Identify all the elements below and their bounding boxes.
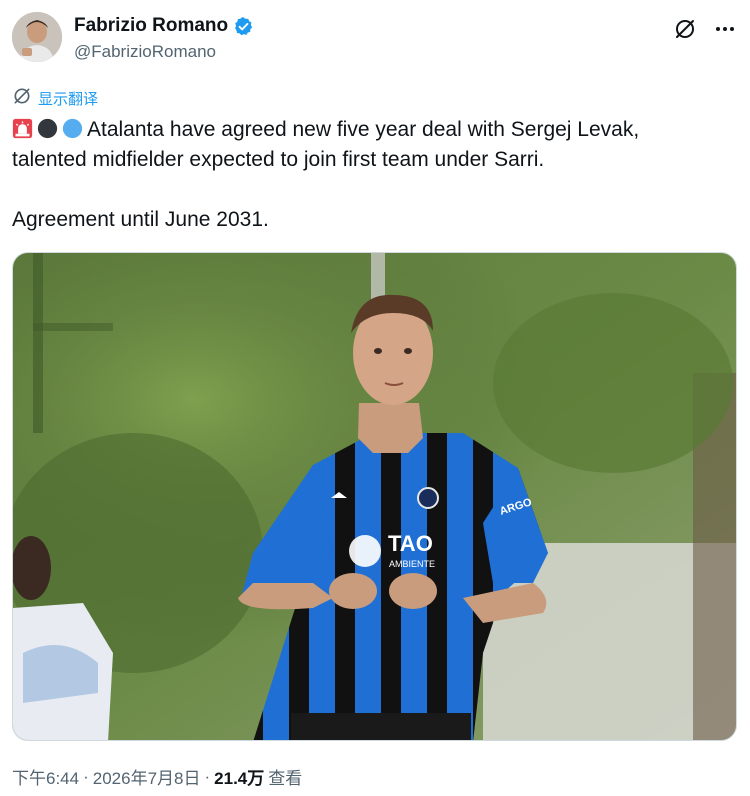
verified-badge-icon	[233, 16, 254, 37]
tweet-line-1: Atalanta have agreed new five year deal …	[87, 118, 640, 141]
author-block: Fabrizio Romano @FabrizioRomano	[74, 14, 254, 62]
translate-icon	[12, 86, 32, 110]
tweet-time[interactable]: 下午6:44	[12, 764, 79, 789]
grok-icon[interactable]	[672, 16, 698, 42]
tweet-meta: 下午6:44 · 2026年7月8日 · 21.4万 查看	[12, 764, 302, 789]
tweet-header: Fabrizio Romano @FabrizioRomano	[12, 12, 738, 66]
author-display-name[interactable]: Fabrizio Romano	[74, 15, 228, 37]
views-count[interactable]: 21.4万	[214, 764, 264, 789]
author-handle[interactable]: @FabrizioRomano	[74, 42, 254, 62]
tweet-card: Fabrizio Romano @FabrizioRomano 显示翻译 Ata…	[0, 0, 750, 796]
tweet-date[interactable]: 2026年7月8日	[93, 764, 201, 789]
siren-emoji-icon	[12, 118, 33, 139]
avatar[interactable]	[12, 12, 62, 62]
tweet-text: Atalanta have agreed new five year deal …	[12, 115, 738, 235]
black-circle-emoji-icon	[37, 118, 58, 139]
views-label: 查看	[268, 769, 303, 788]
translate-label[interactable]: 显示翻译	[38, 88, 98, 109]
tweet-line-3: Agreement until June 2031.	[12, 208, 269, 231]
more-options-icon[interactable]	[712, 16, 738, 42]
blue-circle-emoji-icon	[62, 118, 83, 139]
show-translation[interactable]: 显示翻译	[12, 86, 98, 110]
header-actions	[672, 16, 738, 42]
tweet-photo[interactable]: TAO AMBIENTE ARGO	[12, 252, 737, 741]
shirt-sponsor: TAO	[388, 531, 433, 556]
meta-separator: ·	[204, 766, 211, 786]
tweet-line-2: talented midfielder expected to join fir…	[12, 148, 545, 171]
meta-separator: ·	[83, 766, 89, 786]
shirt-sponsor-sub: AMBIENTE	[389, 559, 435, 569]
